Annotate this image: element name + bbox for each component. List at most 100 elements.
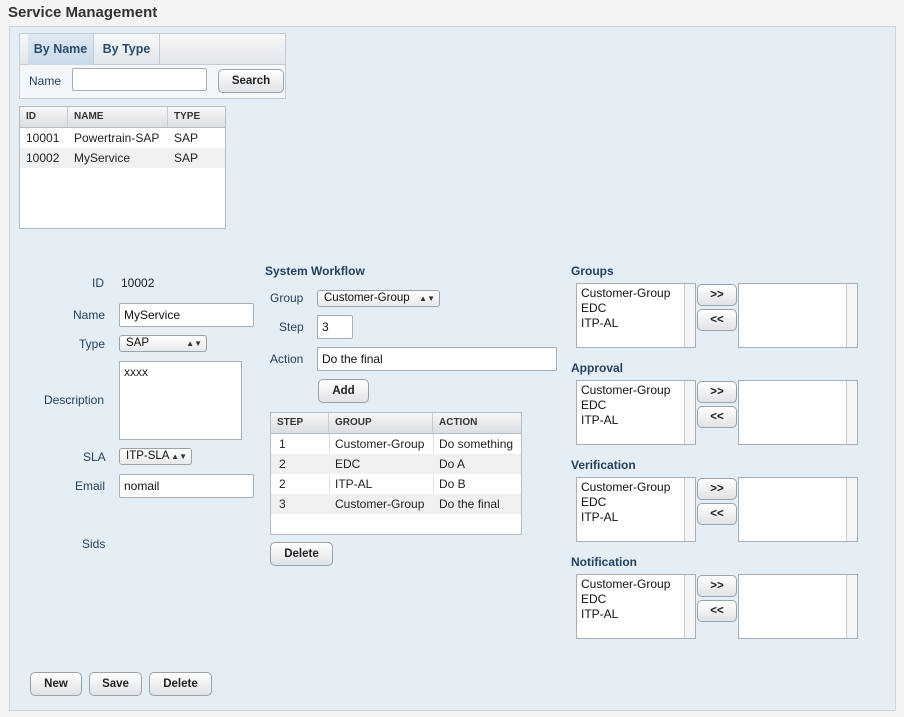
notification-remove-button[interactable]: << — [697, 600, 737, 622]
name-label: Name — [73, 308, 106, 322]
notification-add-button[interactable]: >> — [697, 575, 737, 597]
workflow-group-label: Group — [270, 291, 304, 305]
approval-title: Approval — [571, 361, 624, 375]
groups-remove-button[interactable]: << — [697, 309, 737, 331]
groups-available-list[interactable]: Customer-Group EDC ITP-AL — [576, 283, 696, 348]
cell-group: ITP-AL — [335, 477, 373, 491]
header-action: ACTION — [439, 417, 478, 428]
notification-available-list[interactable]: Customer-Group EDC ITP-AL — [576, 574, 696, 639]
cell-action: Do A — [439, 457, 466, 471]
list-item[interactable]: EDC — [581, 495, 606, 510]
id-value: 10002 — [121, 276, 155, 290]
tab-by-type[interactable]: By Type — [94, 34, 160, 65]
search-name-label: Name — [29, 74, 62, 88]
groups-add-button[interactable]: >> — [697, 284, 737, 306]
table-row[interactable]: 2 EDC Do A — [271, 454, 521, 474]
workflow-group-select[interactable]: Customer-Group ▲▼ — [317, 290, 440, 307]
workflow-action-input[interactable] — [317, 347, 557, 371]
delete-service-button[interactable]: Delete — [149, 672, 212, 696]
email-label: Email — [75, 479, 106, 493]
scrollbar[interactable] — [846, 381, 857, 444]
cell-id: 10002 — [26, 151, 60, 165]
groups-title: Groups — [571, 264, 614, 278]
cell-action: Do the final — [439, 497, 500, 511]
groups-selected-list[interactable] — [738, 283, 858, 348]
list-item[interactable]: ITP-AL — [581, 607, 618, 622]
description-textarea[interactable]: xxxx — [119, 361, 242, 440]
list-item[interactable]: ITP-AL — [581, 413, 618, 428]
sids-label: Sids — [82, 537, 106, 551]
search-tabs-box: By Name By Type Name Search — [19, 33, 286, 99]
list-item[interactable]: EDC — [581, 398, 606, 413]
list-item[interactable]: EDC — [581, 592, 606, 607]
verification-remove-button[interactable]: << — [697, 503, 737, 525]
workflow-step-label: Step — [279, 320, 304, 334]
list-item[interactable]: Customer-Group — [581, 480, 670, 495]
table-row[interactable]: 2 ITP-AL Do B — [271, 474, 521, 494]
approval-selected-list[interactable] — [738, 380, 858, 445]
list-item[interactable]: ITP-AL — [581, 316, 618, 331]
cell-step: 2 — [279, 477, 286, 491]
cell-id: 10001 — [26, 131, 60, 145]
approval-add-button[interactable]: >> — [697, 381, 737, 403]
search-button[interactable]: Search — [218, 69, 284, 93]
list-item[interactable]: EDC — [581, 301, 606, 316]
services-table-header: ID NAME TYPE — [20, 107, 225, 128]
delete-step-button[interactable]: Delete — [270, 542, 333, 566]
header-type: TYPE — [174, 111, 201, 122]
scrollbar[interactable] — [846, 478, 857, 541]
save-button[interactable]: Save — [89, 672, 142, 696]
add-step-button[interactable]: Add — [318, 379, 369, 403]
scrollbar[interactable] — [684, 381, 695, 444]
cell-group: Customer-Group — [335, 437, 425, 451]
notification-title: Notification — [571, 555, 637, 569]
list-item[interactable]: Customer-Group — [581, 286, 670, 301]
scrollbar[interactable] — [846, 284, 857, 347]
new-button[interactable]: New — [30, 672, 82, 696]
verification-available-list[interactable]: Customer-Group EDC ITP-AL — [576, 477, 696, 542]
scrollbar[interactable] — [684, 284, 695, 347]
notification-selected-list[interactable] — [738, 574, 858, 639]
cell-name: Powertrain-SAP — [74, 131, 160, 145]
select-arrows-icon: ▲▼ — [186, 339, 202, 348]
list-item[interactable]: ITP-AL — [581, 510, 618, 525]
table-row[interactable]: 10002 MyService SAP — [20, 148, 225, 168]
workflow-action-label: Action — [270, 352, 304, 366]
page-title: Service Management — [8, 4, 158, 21]
email-input[interactable] — [119, 474, 254, 498]
verification-add-button[interactable]: >> — [697, 478, 737, 500]
table-row[interactable]: 3 Customer-Group Do the final — [271, 494, 521, 514]
workflow-group-value: Customer-Group — [324, 292, 410, 304]
header-id: ID — [20, 107, 68, 127]
sla-select[interactable]: ITP-SLA ▲▼ — [119, 448, 192, 465]
scrollbar[interactable] — [846, 575, 857, 638]
name-input[interactable] — [119, 303, 254, 327]
header-name: NAME — [68, 107, 168, 127]
cell-step: 3 — [279, 497, 286, 511]
select-arrows-icon: ▲▼ — [171, 452, 187, 461]
cell-type: SAP — [174, 131, 199, 145]
id-label: ID — [92, 276, 104, 290]
type-select[interactable]: SAP ▲▼ — [119, 335, 207, 352]
verification-selected-list[interactable] — [738, 477, 858, 542]
header-group: GROUP — [329, 413, 433, 433]
search-name-input[interactable] — [72, 68, 207, 91]
select-arrows-icon: ▲▼ — [419, 294, 435, 303]
tab-by-name[interactable]: By Name — [28, 34, 94, 65]
list-item[interactable]: Customer-Group — [581, 383, 670, 398]
table-row[interactable]: 10001 Powertrain-SAP SAP — [20, 128, 225, 148]
description-label: Description — [44, 393, 105, 407]
approval-remove-button[interactable]: << — [697, 406, 737, 428]
list-item[interactable]: Customer-Group — [581, 577, 670, 592]
table-row[interactable]: 1 Customer-Group Do something — [271, 434, 521, 454]
cell-type: SAP — [174, 151, 199, 165]
cell-step: 1 — [279, 437, 286, 451]
approval-available-list[interactable]: Customer-Group EDC ITP-AL — [576, 380, 696, 445]
scrollbar[interactable] — [684, 478, 695, 541]
workflow-table-header: STEP GROUP ACTION — [271, 413, 521, 434]
workflow-step-input[interactable] — [317, 315, 353, 339]
sla-select-value: ITP-SLA — [126, 450, 170, 462]
scrollbar[interactable] — [684, 575, 695, 638]
cell-action: Do something — [439, 437, 514, 451]
cell-group: Customer-Group — [335, 497, 425, 511]
